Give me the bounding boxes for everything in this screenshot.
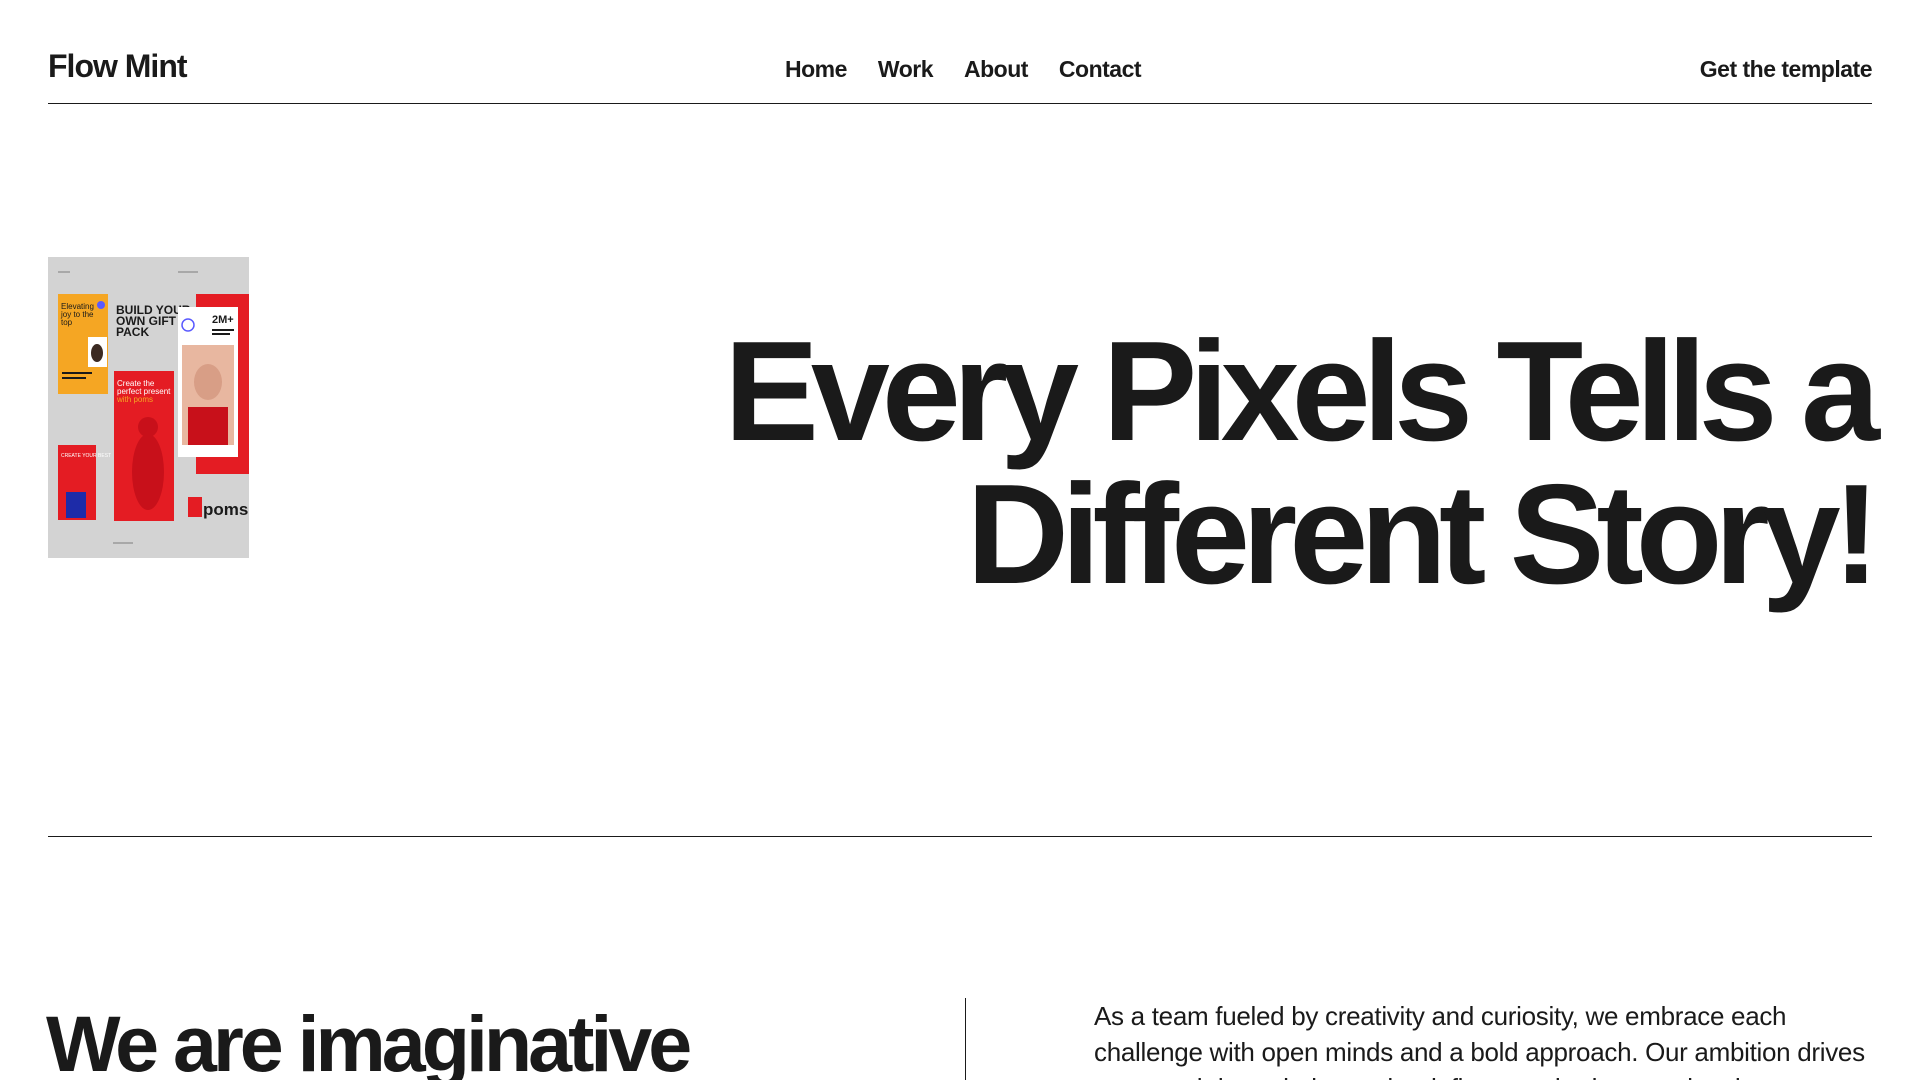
main-nav: Home Work About Contact [785, 56, 1142, 83]
vertical-divider [965, 998, 966, 1080]
page: Flow Mint Home Work About Contact Get th… [0, 0, 1920, 1080]
poms-mockup-image: Elevating joy to the top BUILD YOUR OWN GIF… [48, 257, 249, 558]
hero-heading-line1: Every Pixels Tells a [724, 312, 1880, 471]
nav-about-link[interactable]: About [964, 56, 1028, 83]
svg-text:2M+: 2M+ [212, 314, 234, 326]
svg-text:CREATE YOUR BEST: CREATE YOUR BEST [61, 453, 111, 459]
about-paragraph: As a team fueled by creativity and curio… [1094, 1001, 1865, 1080]
hero-heading: Every Pixels Tells a Different Story! [672, 312, 1880, 614]
nav-work-link[interactable]: Work [878, 56, 934, 83]
logo[interactable]: Flow Mint [48, 48, 188, 85]
get-template-link[interactable]: Get the template [1700, 56, 1873, 83]
section-divider [48, 836, 1872, 837]
site-header: Flow Mint Home Work About Contact Get th… [48, 0, 1873, 104]
svg-text:poms: poms [203, 500, 248, 519]
nav-contact-link[interactable]: Contact [1059, 56, 1142, 83]
hero-heading-line2: Different Story! [966, 455, 1880, 614]
hero-thumbnail[interactable]: Elevating joy to the top BUILD YOUR OWN GIF… [48, 257, 249, 558]
about-heading: We are imaginative [46, 999, 692, 1080]
nav-home-link[interactable]: Home [785, 56, 847, 83]
